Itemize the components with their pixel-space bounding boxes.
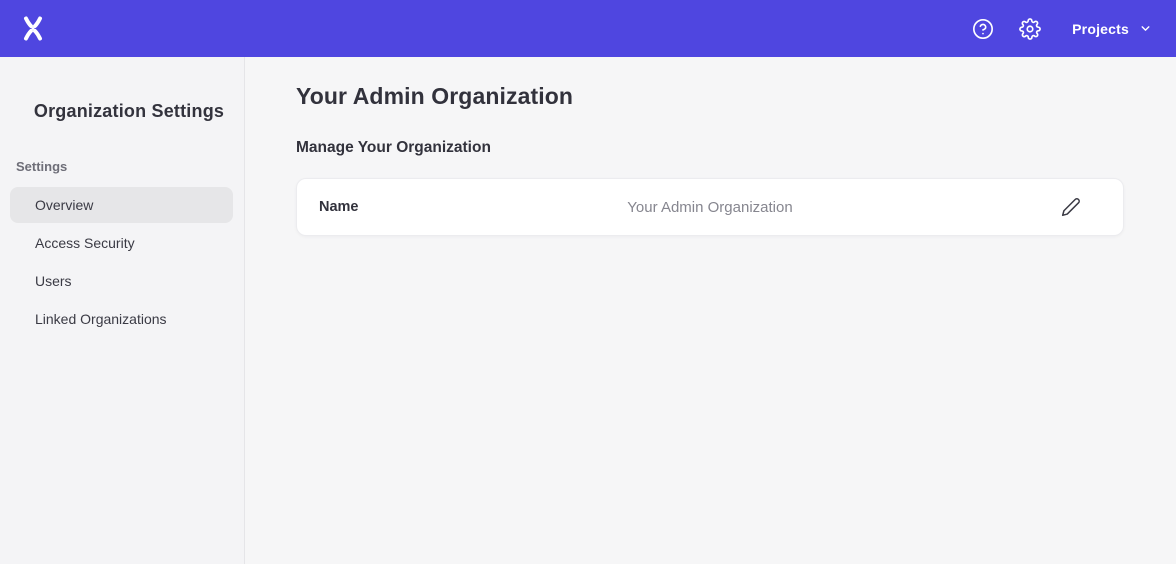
sidebar-item-overview[interactable]: Overview bbox=[10, 187, 233, 223]
page-title: Your Admin Organization bbox=[296, 83, 1124, 110]
edit-name-button[interactable] bbox=[1061, 197, 1081, 217]
sidebar-item-label: Users bbox=[35, 273, 72, 289]
projects-menu-label: Projects bbox=[1072, 21, 1129, 37]
chevron-down-icon bbox=[1139, 22, 1152, 35]
gear-icon bbox=[1019, 18, 1041, 40]
org-name-card: Name Your Admin Organization bbox=[296, 178, 1124, 236]
sidebar-item-users[interactable]: Users bbox=[10, 263, 233, 299]
projects-menu-button[interactable]: Projects bbox=[1072, 21, 1152, 37]
help-button[interactable] bbox=[972, 18, 994, 40]
sidebar-title: Organization Settings bbox=[0, 101, 244, 122]
sidebar: Organization Settings Settings Overview … bbox=[0, 57, 245, 564]
top-nav-actions: Projects bbox=[972, 18, 1152, 40]
name-field-value: Your Admin Organization bbox=[627, 199, 792, 216]
help-circle-icon bbox=[972, 18, 994, 40]
main-content: Your Admin Organization Manage Your Orga… bbox=[245, 57, 1176, 564]
section-title: Manage Your Organization bbox=[296, 138, 1124, 157]
sidebar-nav: Overview Access Security Users Linked Or… bbox=[0, 187, 244, 337]
name-field-label: Name bbox=[319, 199, 359, 215]
sidebar-item-label: Overview bbox=[35, 197, 93, 213]
sidebar-section-label: Settings bbox=[16, 159, 244, 174]
app-window: Projects Organization Settings Settings … bbox=[0, 0, 1176, 564]
org-settings-button[interactable] bbox=[1019, 18, 1041, 40]
page-body: Organization Settings Settings Overview … bbox=[0, 57, 1176, 564]
top-nav-bar: Projects bbox=[0, 0, 1176, 57]
sidebar-item-access-security[interactable]: Access Security bbox=[10, 225, 233, 261]
mixpanel-x-icon bbox=[20, 15, 46, 42]
pencil-icon bbox=[1061, 197, 1081, 217]
sidebar-item-linked-organizations[interactable]: Linked Organizations bbox=[10, 301, 233, 337]
sidebar-item-label: Linked Organizations bbox=[35, 311, 167, 327]
mixpanel-logo[interactable] bbox=[20, 15, 46, 42]
sidebar-item-label: Access Security bbox=[35, 235, 135, 251]
